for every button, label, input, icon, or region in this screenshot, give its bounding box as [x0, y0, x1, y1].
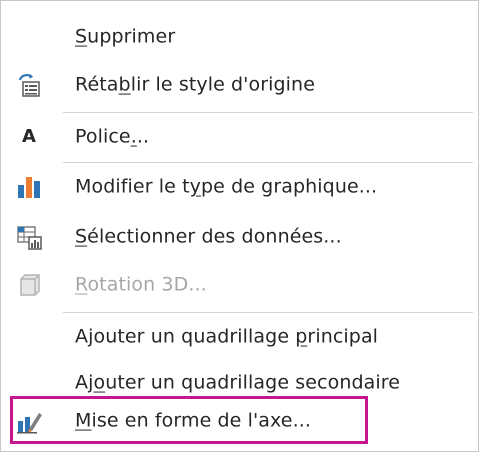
menu-item-font-label: Police... — [75, 125, 150, 148]
highlight-box — [10, 396, 368, 444]
select-data-icon — [15, 223, 43, 251]
reset-style-icon — [15, 71, 43, 99]
menu-item-3d-rotation: Rotation 3D... — [1, 261, 476, 309]
menu-item-select-data-label: Sélectionner des données... — [75, 225, 342, 248]
menu-item-delete-label: Supprimer — [75, 25, 176, 48]
menu-item-add-major-gridlines[interactable]: Ajouter un quadrillage principal — [1, 313, 476, 361]
menu-item-font[interactable]: A Police... — [1, 113, 476, 161]
menu-item-reset-style[interactable]: Rétablir le style d'origine — [1, 61, 476, 109]
menu-item-delete[interactable]: Supprimer — [1, 13, 476, 61]
menu-item-change-chart-type[interactable]: Modifier le type de graphique... — [1, 163, 476, 211]
change-chart-type-icon — [15, 173, 43, 201]
font-icon: A — [22, 126, 36, 147]
menu-item-add-major-gridlines-label: Ajouter un quadrillage principal — [75, 325, 379, 348]
menu-item-3d-rotation-label: Rotation 3D... — [75, 273, 207, 296]
menu-item-reset-style-label: Rétablir le style d'origine — [75, 73, 315, 96]
rotation-3d-icon — [15, 271, 43, 299]
menu-item-select-data[interactable]: Sélectionner des données... — [1, 213, 476, 261]
menu-item-change-chart-type-label: Modifier le type de graphique... — [75, 175, 378, 198]
context-menu: Supprimer Rétablir le style d'origine A … — [0, 0, 479, 452]
menu-item-add-minor-gridlines-label: Ajouter un quadrillage secondaire — [75, 371, 401, 394]
